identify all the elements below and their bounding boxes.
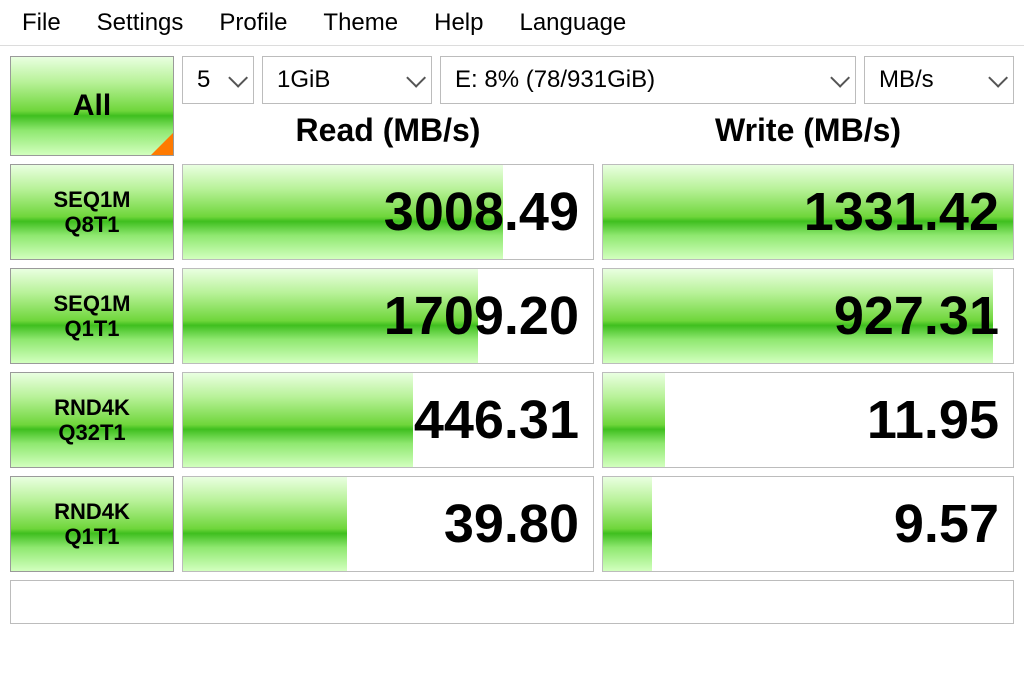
menu-help[interactable]: Help (416, 3, 501, 43)
read-seq1m-q1t1: 1709.20 (182, 268, 594, 364)
run-all-label: All (73, 89, 111, 123)
read-rnd4k-q1t1: 39.80 (182, 476, 594, 572)
menubar: File Settings Profile Theme Help Languag… (0, 0, 1024, 46)
run-rnd4k-q1t1-button[interactable]: RND4K Q1T1 (10, 476, 174, 572)
unit-select[interactable]: MB/s (864, 56, 1014, 104)
menu-language[interactable]: Language (501, 3, 644, 43)
run-rnd4k-q32t1-button[interactable]: RND4K Q32T1 (10, 372, 174, 468)
write-rnd4k-q32t1: 11.95 (602, 372, 1014, 468)
loops-select[interactable]: 5 (182, 56, 254, 104)
write-rnd4k-q1t1: 9.57 (602, 476, 1014, 572)
bar-fill (603, 373, 665, 467)
run-all-button[interactable]: All (10, 56, 174, 156)
bar-fill (603, 477, 652, 571)
write-seq1m-q1t1: 927.31 (602, 268, 1014, 364)
drive-value: E: 8% (78/931GiB) (455, 66, 655, 94)
bar-fill (183, 477, 347, 571)
write-value: 1331.42 (804, 181, 999, 243)
menu-theme[interactable]: Theme (305, 3, 416, 43)
read-value: 3008.49 (384, 181, 579, 243)
read-rnd4k-q32t1: 446.31 (182, 372, 594, 468)
write-seq1m-q8t1: 1331.42 (602, 164, 1014, 260)
read-value: 39.80 (444, 493, 579, 555)
run-seq1m-q8t1-button[interactable]: SEQ1M Q8T1 (10, 164, 174, 260)
menu-file[interactable]: File (4, 3, 79, 43)
test-label-line2: Q1T1 (64, 316, 119, 341)
status-bar (10, 580, 1014, 624)
test-label-line2: Q8T1 (64, 212, 119, 237)
test-label-line2: Q1T1 (64, 524, 119, 549)
test-label-line1: RND4K (54, 499, 130, 524)
test-label-line1: SEQ1M (53, 187, 130, 212)
bar-fill (183, 373, 413, 467)
read-seq1m-q8t1: 3008.49 (182, 164, 594, 260)
read-value: 1709.20 (384, 285, 579, 347)
drive-select[interactable]: E: 8% (78/931GiB) (440, 56, 856, 104)
read-value: 446.31 (414, 389, 579, 451)
loops-value: 5 (197, 66, 210, 94)
header-read: Read (MB/s) (182, 112, 594, 149)
test-size-select[interactable]: 1GiB (262, 56, 432, 104)
unit-value: MB/s (879, 66, 934, 94)
chevron-down-icon (406, 68, 426, 88)
chevron-down-icon (988, 68, 1008, 88)
chevron-down-icon (228, 68, 248, 88)
test-size-value: 1GiB (277, 66, 330, 94)
write-value: 9.57 (894, 493, 999, 555)
test-label-line2: Q32T1 (58, 420, 125, 445)
menu-settings[interactable]: Settings (79, 3, 202, 43)
write-value: 927.31 (834, 285, 999, 347)
test-label-line1: SEQ1M (53, 291, 130, 316)
write-value: 11.95 (867, 389, 999, 451)
header-write: Write (MB/s) (602, 112, 1014, 149)
run-seq1m-q1t1-button[interactable]: SEQ1M Q1T1 (10, 268, 174, 364)
test-label-line1: RND4K (54, 395, 130, 420)
options-row: 5 1GiB E: 8% (78/931GiB) MB/s (182, 56, 1014, 104)
chevron-down-icon (830, 68, 850, 88)
menu-profile[interactable]: Profile (201, 3, 305, 43)
